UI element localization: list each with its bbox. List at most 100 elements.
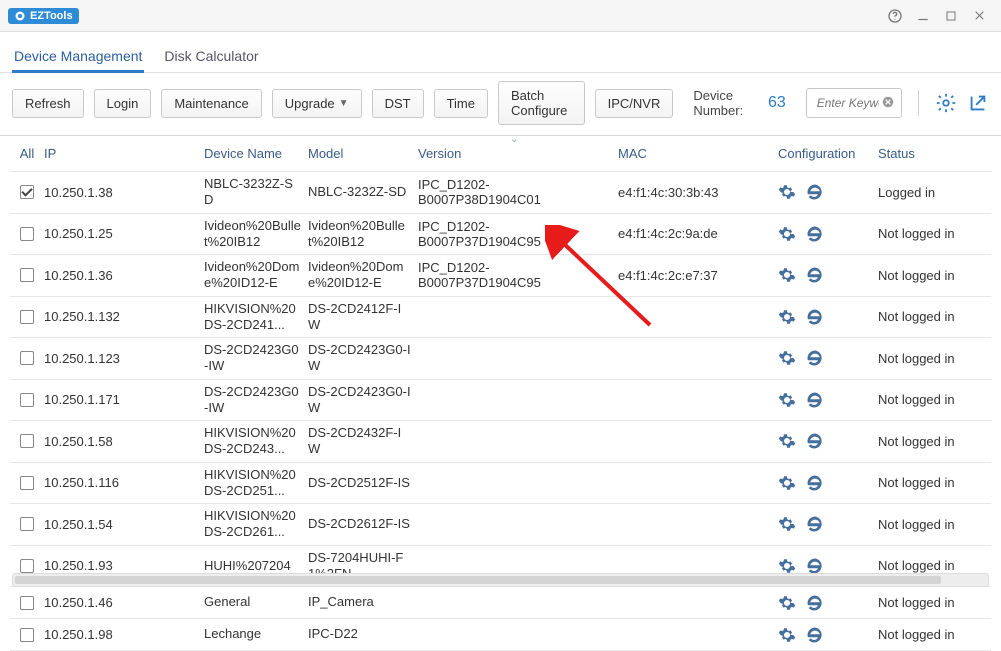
cell-configuration — [778, 183, 878, 201]
table-row[interactable]: 10.250.1.25Ivideon%20Bullet%20IB12Ivideo… — [10, 214, 991, 256]
gear-icon[interactable] — [778, 183, 796, 201]
cell-model: DS-2CD2423G0-IW — [308, 342, 418, 375]
cell-configuration — [778, 391, 878, 409]
browser-icon[interactable] — [806, 349, 824, 367]
caret-down-icon: ▼ — [339, 98, 349, 109]
cell-ip: 10.250.1.58 — [44, 434, 204, 449]
table-row[interactable]: 10.250.1.132HIKVISION%20DS-2CD241...DS-2… — [10, 297, 991, 339]
row-checkbox[interactable] — [20, 310, 34, 324]
cell-model: Ivideon%20Dome%20ID12-E — [308, 259, 418, 292]
cell-version: IPC_D1202-B0007P37D1904C95 — [418, 260, 618, 290]
cell-configuration — [778, 308, 878, 326]
row-checkbox[interactable] — [20, 559, 34, 573]
cell-status: Not logged in — [878, 558, 991, 573]
row-checkbox[interactable] — [20, 596, 34, 610]
gear-icon[interactable] — [778, 594, 796, 612]
maintenance-button[interactable]: Maintenance — [161, 89, 261, 118]
cell-status: Not logged in — [878, 392, 991, 407]
browser-icon[interactable] — [806, 308, 824, 326]
cell-mac: e4:f1:4c:2c:e7:37 — [618, 268, 778, 283]
table-row[interactable]: 10.250.1.58HIKVISION%20DS-2CD243...DS-2C… — [10, 421, 991, 463]
tab-device-management[interactable]: Device Management — [12, 42, 144, 72]
cell-status: Not logged in — [878, 268, 991, 283]
batch-configure-button[interactable]: Batch Configure — [498, 81, 585, 125]
export-button[interactable] — [967, 88, 989, 118]
tab-disk-calculator[interactable]: Disk Calculator — [162, 42, 260, 72]
col-all[interactable]: All — [20, 146, 34, 161]
search-box[interactable] — [806, 88, 903, 118]
upgrade-button[interactable]: Upgrade ▼ — [272, 89, 362, 118]
cell-ip: 10.250.1.93 — [44, 558, 204, 573]
row-checkbox[interactable] — [20, 434, 34, 448]
search-clear-icon[interactable] — [881, 95, 895, 112]
cell-model: IPC-D22 — [308, 626, 418, 642]
cell-ip: 10.250.1.132 — [44, 309, 204, 324]
app-name: EZTools — [30, 10, 73, 22]
row-checkbox[interactable] — [20, 227, 34, 241]
cell-status: Not logged in — [878, 309, 991, 324]
ipc-nvr-button[interactable]: IPC/NVR — [595, 89, 674, 118]
gear-icon[interactable] — [778, 349, 796, 367]
window-maximize-icon[interactable] — [937, 2, 965, 30]
table-row[interactable]: 10.250.1.46GeneralIP_CameraNot logged in — [10, 587, 991, 619]
table-header: All IP Device Name Model Version MAC Con… — [10, 136, 991, 172]
search-input[interactable] — [815, 95, 882, 111]
gear-icon[interactable] — [778, 432, 796, 450]
browser-icon[interactable] — [806, 183, 824, 201]
refresh-button[interactable]: Refresh — [12, 89, 84, 118]
browser-icon[interactable] — [806, 266, 824, 284]
scrollbar-thumb[interactable] — [15, 576, 941, 584]
row-checkbox[interactable] — [20, 628, 34, 642]
table-row[interactable]: 10.250.1.171DS-2CD2423G0-IWDS-2CD2423G0-… — [10, 380, 991, 422]
gear-icon[interactable] — [778, 626, 796, 644]
gear-icon[interactable] — [778, 308, 796, 326]
table-row[interactable]: 10.250.1.123DS-2CD2423G0-IWDS-2CD2423G0-… — [10, 338, 991, 380]
browser-icon[interactable] — [806, 474, 824, 492]
table-row[interactable]: 10.250.1.98LechangeIPC-D22Not logged in — [10, 619, 991, 651]
gear-icon[interactable] — [778, 515, 796, 533]
table-row[interactable]: 10.250.1.54HIKVISION%20DS-2CD261...DS-2C… — [10, 504, 991, 546]
time-button[interactable]: Time — [434, 89, 488, 118]
col-mac[interactable]: MAC — [618, 146, 778, 161]
table-row[interactable]: 10.250.1.38NBLC-3232Z-SDNBLC-3232Z-SDIPC… — [10, 172, 991, 214]
gear-icon[interactable] — [778, 391, 796, 409]
window-minimize-icon[interactable] — [909, 2, 937, 30]
col-version[interactable]: Version — [418, 146, 618, 161]
gear-icon[interactable] — [778, 474, 796, 492]
col-device-name[interactable]: Device Name — [204, 146, 308, 161]
cell-device-name: NBLC-3232Z-SD — [204, 176, 308, 209]
row-checkbox[interactable] — [20, 185, 34, 199]
cell-ip: 10.250.1.98 — [44, 627, 204, 642]
cell-configuration — [778, 432, 878, 450]
dst-button[interactable]: DST — [372, 89, 424, 118]
cell-device-name: HUHI%207204 — [204, 558, 308, 574]
table-row[interactable]: 10.250.1.36Ivideon%20Dome%20ID12-EIvideo… — [10, 255, 991, 297]
row-checkbox[interactable] — [20, 517, 34, 531]
browser-icon[interactable] — [806, 225, 824, 243]
help-icon[interactable] — [881, 2, 909, 30]
settings-button[interactable] — [935, 88, 957, 118]
row-checkbox[interactable] — [20, 351, 34, 365]
row-checkbox[interactable] — [20, 476, 34, 490]
table-row[interactable]: 10.250.1.116HIKVISION%20DS-2CD251...DS-2… — [10, 463, 991, 505]
cell-configuration — [778, 515, 878, 533]
row-checkbox[interactable] — [20, 268, 34, 282]
browser-icon[interactable] — [806, 626, 824, 644]
upgrade-label: Upgrade — [285, 96, 335, 111]
cell-status: Not logged in — [878, 595, 991, 610]
gear-icon[interactable] — [778, 225, 796, 243]
col-configuration[interactable]: Configuration — [778, 146, 878, 161]
browser-icon[interactable] — [806, 594, 824, 612]
browser-icon[interactable] — [806, 432, 824, 450]
browser-icon[interactable] — [806, 515, 824, 533]
cell-model: NBLC-3232Z-SD — [308, 184, 418, 200]
horizontal-scrollbar[interactable] — [12, 573, 989, 587]
window-close-icon[interactable] — [965, 2, 993, 30]
col-model[interactable]: Model — [308, 146, 418, 161]
browser-icon[interactable] — [806, 391, 824, 409]
login-button[interactable]: Login — [94, 89, 152, 118]
col-status[interactable]: Status — [878, 146, 991, 161]
row-checkbox[interactable] — [20, 393, 34, 407]
col-ip[interactable]: IP — [44, 146, 204, 161]
gear-icon[interactable] — [778, 266, 796, 284]
